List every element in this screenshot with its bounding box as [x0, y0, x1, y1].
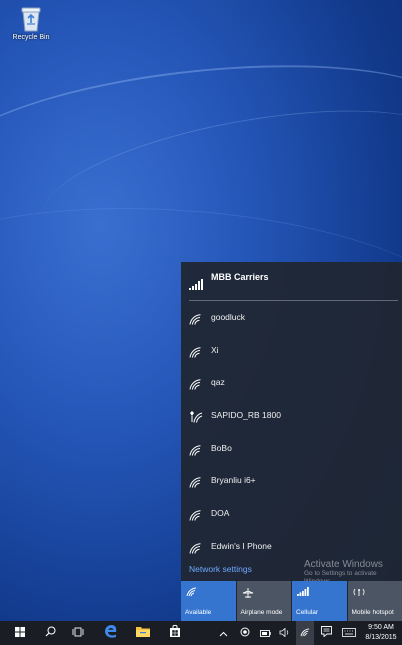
- battery-tray-button[interactable]: [258, 621, 272, 645]
- network-flyout: MBB Carriers goodluck Xi qaz SAPIDO_RB 1800…: [181, 262, 402, 621]
- wifi-network-name: SAPIDO_RB 1800: [211, 410, 281, 421]
- start-button[interactable]: [10, 621, 30, 645]
- battery-icon: [259, 624, 271, 642]
- wifi-network-name: Edwin's I Phone: [211, 540, 272, 551]
- wifi-network-item[interactable]: DOA: [181, 498, 402, 531]
- edge-icon: [104, 624, 118, 643]
- cellular-icon: [297, 587, 309, 598]
- chevron-up-icon: [219, 624, 228, 642]
- wifi-signal-icon: [189, 345, 202, 363]
- recycle-bin-label: Recycle Bin: [12, 34, 50, 41]
- task-view-button[interactable]: [68, 621, 88, 645]
- available-label: Available: [185, 609, 212, 616]
- wifi-network-item[interactable]: SAPIDO_RB 1800: [181, 400, 402, 433]
- network-settings-link[interactable]: Network settings: [189, 564, 252, 574]
- wifi-signal-icon: [189, 443, 202, 461]
- watermark-subtitle: Go to Settings to activate: [304, 570, 377, 577]
- clock[interactable]: 9:50 AM 8/13/2015: [360, 623, 402, 643]
- wifi-network-item[interactable]: BoBo: [181, 433, 402, 466]
- wifi-network-list: goodluck Xi qaz SAPIDO_RB 1800 BoBo Bryanliu …: [181, 302, 402, 564]
- recycle-bin-icon: [20, 6, 42, 32]
- wifi-network-name: DOA: [211, 508, 230, 519]
- wifi-network-item[interactable]: Bryanliu i6+: [181, 465, 402, 498]
- folder-icon: [136, 624, 150, 642]
- store-bag-icon: [169, 624, 181, 642]
- clock-time: 9:50 AM: [368, 624, 394, 631]
- wifi-signal-icon: [189, 312, 202, 330]
- hotspot-icon: [353, 587, 365, 599]
- wifi-signal-icon: [189, 541, 202, 559]
- wifi-signal-icon: [189, 508, 202, 526]
- taskbar: 9:50 AM 8/13/2015: [0, 621, 402, 645]
- keyboard-icon: [342, 624, 356, 642]
- mbb-carriers-item[interactable]: MBB Carriers: [181, 262, 402, 300]
- mobile-hotspot-label: Mobile hotspot: [351, 609, 394, 616]
- wifi-signal-icon: [189, 475, 202, 493]
- location-tray-button[interactable]: [238, 621, 252, 645]
- file-explorer-button[interactable]: [132, 621, 154, 645]
- task-view-icon: [72, 624, 84, 642]
- cellular-label: Cellular: [296, 609, 319, 616]
- recycle-bin-desktop-icon[interactable]: Recycle Bin: [6, 6, 56, 41]
- wifi-network-item[interactable]: goodluck: [181, 302, 402, 335]
- location-icon: [240, 624, 250, 642]
- quick-action-tiles: Available Airplane mode Cellular Mobile …: [181, 581, 402, 621]
- volume-tray-button[interactable]: [277, 621, 291, 645]
- windows-logo-icon: [15, 624, 25, 642]
- wifi-network-name: Xi: [211, 344, 219, 355]
- edge-taskbar-button[interactable]: [100, 621, 122, 645]
- divider: [189, 300, 398, 301]
- touch-keyboard-button[interactable]: [340, 621, 358, 645]
- watermark-title: Activate Windows: [304, 559, 383, 570]
- action-center-button[interactable]: [318, 621, 334, 645]
- wifi-icon: [186, 587, 198, 599]
- wifi-network-name: BoBo: [211, 442, 232, 453]
- network-tray-button[interactable]: [296, 621, 314, 645]
- wifi-network-name: goodluck: [211, 312, 246, 322]
- speaker-icon: [279, 624, 290, 642]
- wifi-network-name: qaz: [211, 377, 225, 388]
- wifi-network-name: Bryanliu i6+: [211, 475, 256, 486]
- wifi-network-item[interactable]: Xi: [181, 335, 402, 368]
- wifi-network-item[interactable]: qaz: [181, 367, 402, 400]
- available-tile[interactable]: Available: [181, 581, 236, 621]
- clock-date: 8/13/2015: [365, 634, 397, 641]
- search-icon: [45, 624, 56, 642]
- wifi-signal-icon: [189, 377, 202, 395]
- mobile-hotspot-tile[interactable]: Mobile hotspot: [347, 581, 402, 621]
- wifi-icon: [300, 624, 311, 642]
- airplane-mode-tile[interactable]: Airplane mode: [236, 581, 291, 621]
- cellular-signal-icon: [189, 277, 203, 295]
- store-button[interactable]: [164, 621, 186, 645]
- airplane-mode-label: Airplane mode: [240, 609, 283, 616]
- search-button[interactable]: [40, 621, 60, 645]
- mbb-carriers-label: MBB Carriers: [211, 272, 269, 282]
- secured-wifi-icon: [189, 410, 203, 428]
- show-hidden-icons-button[interactable]: [216, 621, 230, 645]
- cellular-tile[interactable]: Cellular: [292, 581, 347, 621]
- airplane-icon: [242, 587, 254, 601]
- notification-icon: [320, 624, 332, 642]
